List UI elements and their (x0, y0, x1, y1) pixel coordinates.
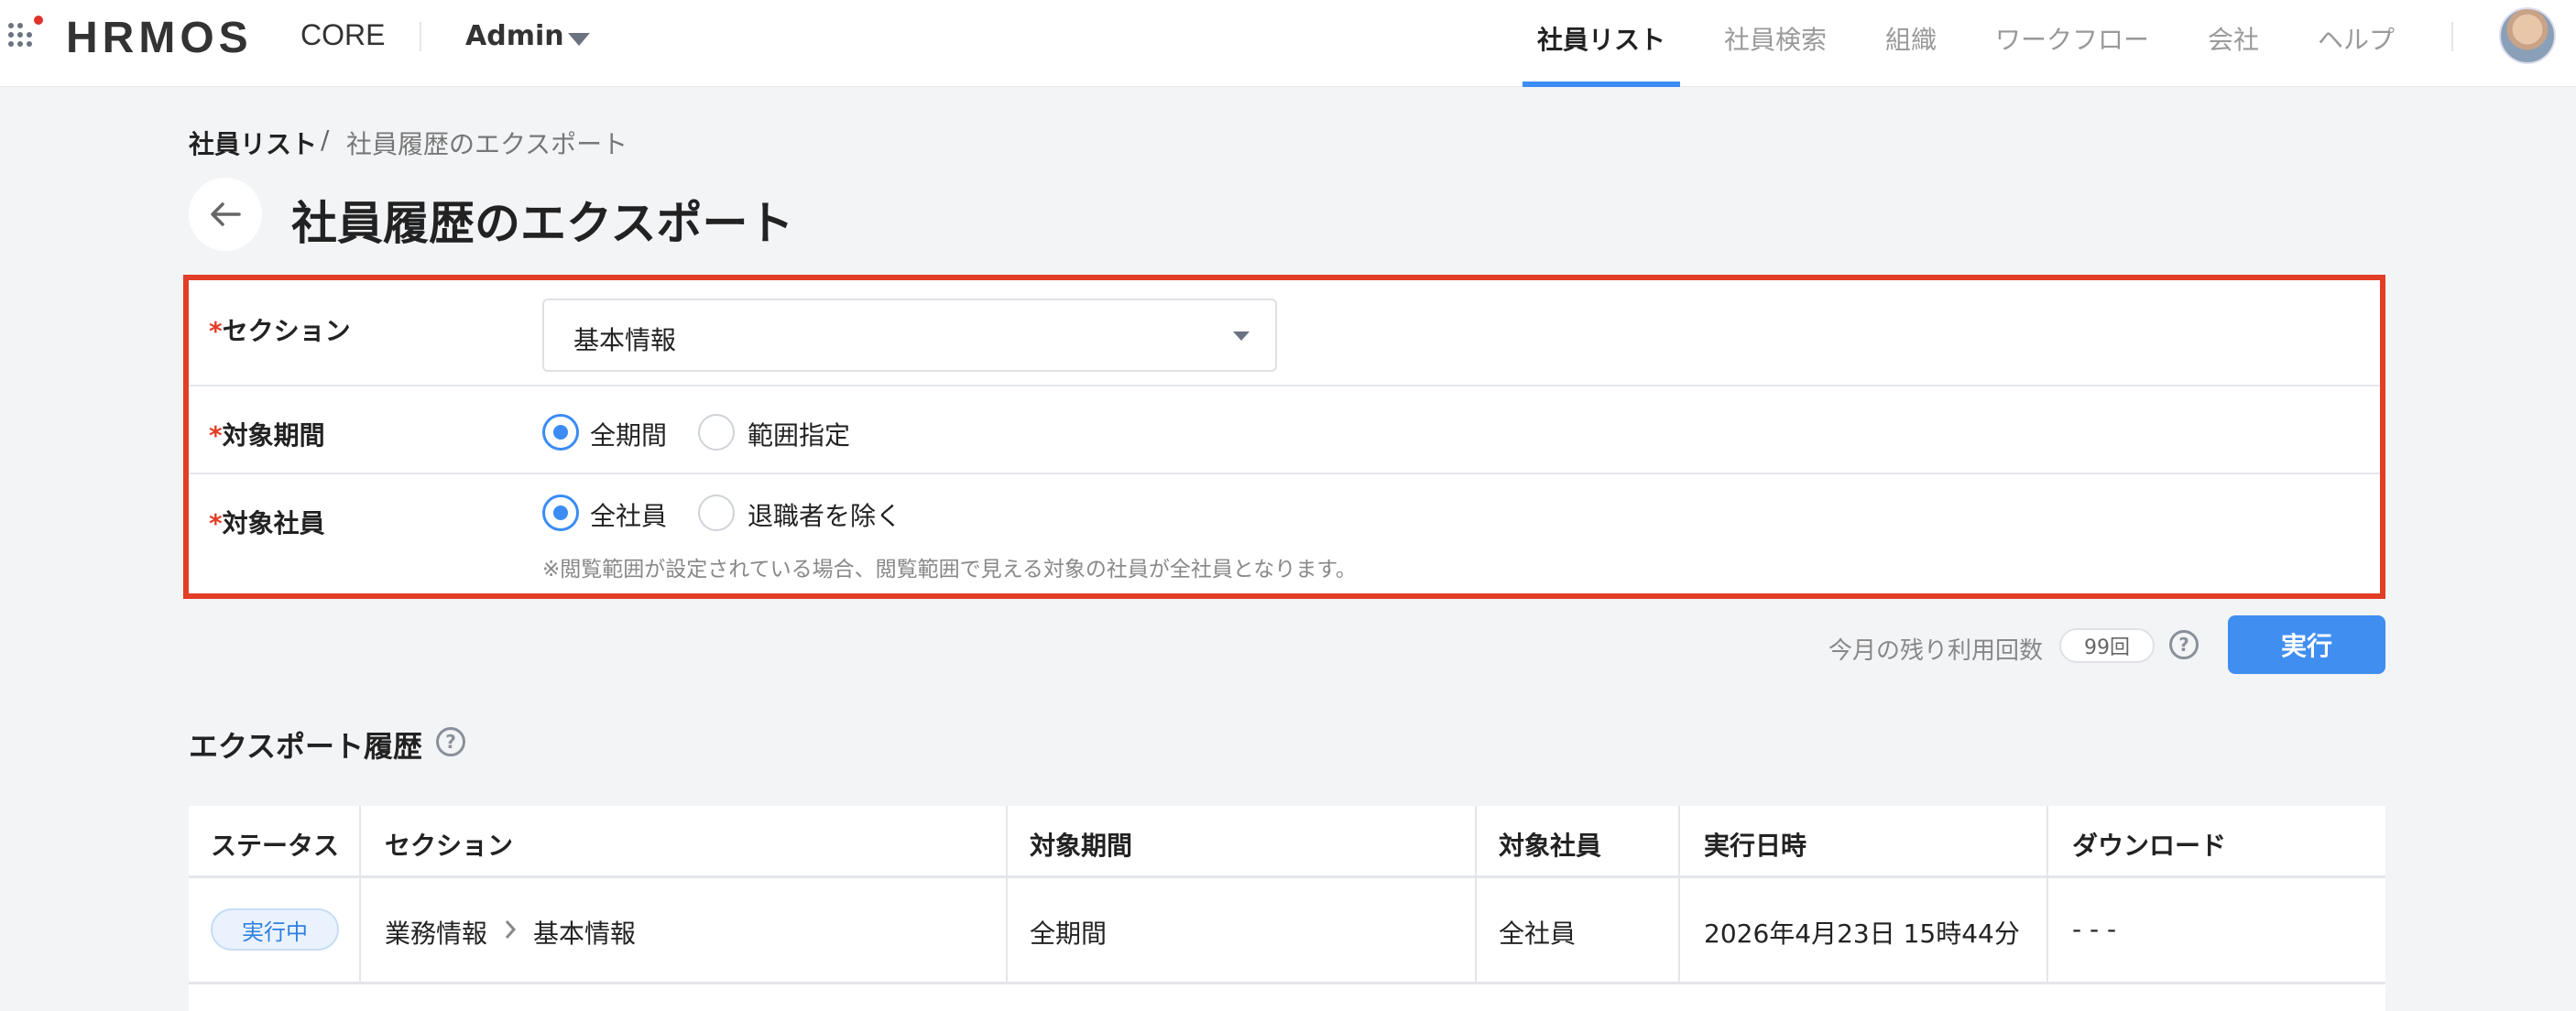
period-option-range[interactable]: 範囲指定 (748, 416, 850, 452)
nav-workflow[interactable]: ワークフロー (1995, 20, 2149, 57)
arrow-left-icon (211, 202, 241, 226)
breadcrumb-current: 社員履歴のエクスポート (346, 129, 628, 159)
nav-company[interactable]: 会社 (2208, 20, 2259, 57)
chevron-down-icon (1233, 332, 1250, 341)
breadcrumb-root[interactable]: 社員リスト (189, 125, 317, 161)
chevron-right-icon (505, 920, 517, 939)
column-divider (1678, 806, 1680, 984)
nav-organization[interactable]: 組織 (1885, 20, 1937, 57)
role-switcher[interactable]: Admin (465, 20, 564, 52)
apps-grid-icon[interactable] (7, 15, 44, 51)
nav-help[interactable]: ヘルプ (2318, 20, 2395, 57)
column-header-employees: 対象社員 (1499, 831, 1602, 861)
column-divider (1006, 806, 1008, 984)
period-radio-all[interactable] (542, 414, 579, 451)
row-period: 全期間 (1030, 919, 1108, 949)
period-radio-range[interactable] (698, 414, 735, 451)
breadcrumb-separator: / (321, 125, 330, 155)
section-select[interactable]: 基本情報 (542, 299, 1277, 372)
top-bar: HRMOS CORE Admin 社員リスト 社員検索 組織 ワークフロー 会社… (0, 0, 2576, 87)
nav-employee-list[interactable]: 社員リスト (1537, 20, 1665, 57)
row-divider (189, 385, 2380, 386)
product-name: CORE (300, 18, 386, 51)
row-download: - - - (2072, 914, 2117, 944)
row-datetime: 2026年4月23日 15時44分 (1704, 919, 2020, 949)
chevron-down-icon[interactable] (568, 33, 590, 46)
remaining-uses-label: 今月の残り利用回数 (1828, 637, 2044, 665)
employees-radio-all[interactable] (542, 495, 579, 531)
history-help-icon[interactable]: ? (436, 727, 465, 756)
column-header-section: セクション (385, 831, 514, 861)
column-header-period: 対象期間 (1030, 831, 1133, 861)
column-divider (2047, 806, 2048, 984)
employees-option-all[interactable]: 全社員 (590, 496, 667, 533)
column-divider (359, 806, 361, 984)
header-divider (2451, 22, 2453, 51)
export-history-table: ステータス セクション 対象期間 対象社員 実行日時 ダウンロード 実行中 業務… (189, 806, 2385, 1011)
column-divider (1475, 806, 1477, 984)
export-form: *セクション 基本情報 *対象期間 全期間 範囲指定 *対象社員 全社員 退職者… (183, 275, 2385, 599)
nav-employee-search[interactable]: 社員検索 (1724, 20, 1827, 57)
hrmos-logo[interactable]: HRMOS (66, 13, 253, 63)
column-header-status: ステータス (211, 831, 340, 861)
header-divider (189, 875, 2385, 878)
back-button[interactable] (189, 178, 262, 251)
active-nav-indicator (1523, 82, 1680, 87)
header-divider (420, 22, 421, 51)
period-option-all[interactable]: 全期間 (590, 416, 667, 452)
employees-option-exclude-retired[interactable]: 退職者を除く (748, 496, 901, 533)
column-header-download: ダウンロード (2072, 831, 2227, 861)
row-section-parent: 業務情報 (385, 919, 488, 949)
row-divider (189, 473, 2380, 474)
row-employees: 全社員 (1499, 919, 1577, 949)
section-label: *セクション (209, 316, 351, 346)
user-avatar[interactable] (2499, 7, 2556, 64)
employees-radio-exclude-retired[interactable] (698, 495, 735, 531)
page-title: 社員履歴のエクスポート (291, 197, 794, 250)
column-header-datetime: 実行日時 (1704, 831, 1807, 861)
remaining-uses-count: 99回 (2059, 628, 2155, 663)
section-select-value: 基本情報 (573, 325, 677, 355)
row-section-child: 基本情報 (533, 919, 637, 949)
row-divider (189, 982, 2385, 984)
employees-note: ※閲覧範囲が設定されている場合、閲覧範囲で見える対象の社員が全社員となります。 (542, 558, 1357, 582)
run-button[interactable]: 実行 (2228, 615, 2385, 674)
employees-label: *対象社員 (209, 508, 325, 538)
help-icon[interactable]: ? (2169, 630, 2199, 659)
status-badge: 実行中 (211, 908, 339, 951)
export-history-title: エクスポート履歴 (189, 729, 423, 764)
period-label: *対象期間 (209, 420, 325, 451)
